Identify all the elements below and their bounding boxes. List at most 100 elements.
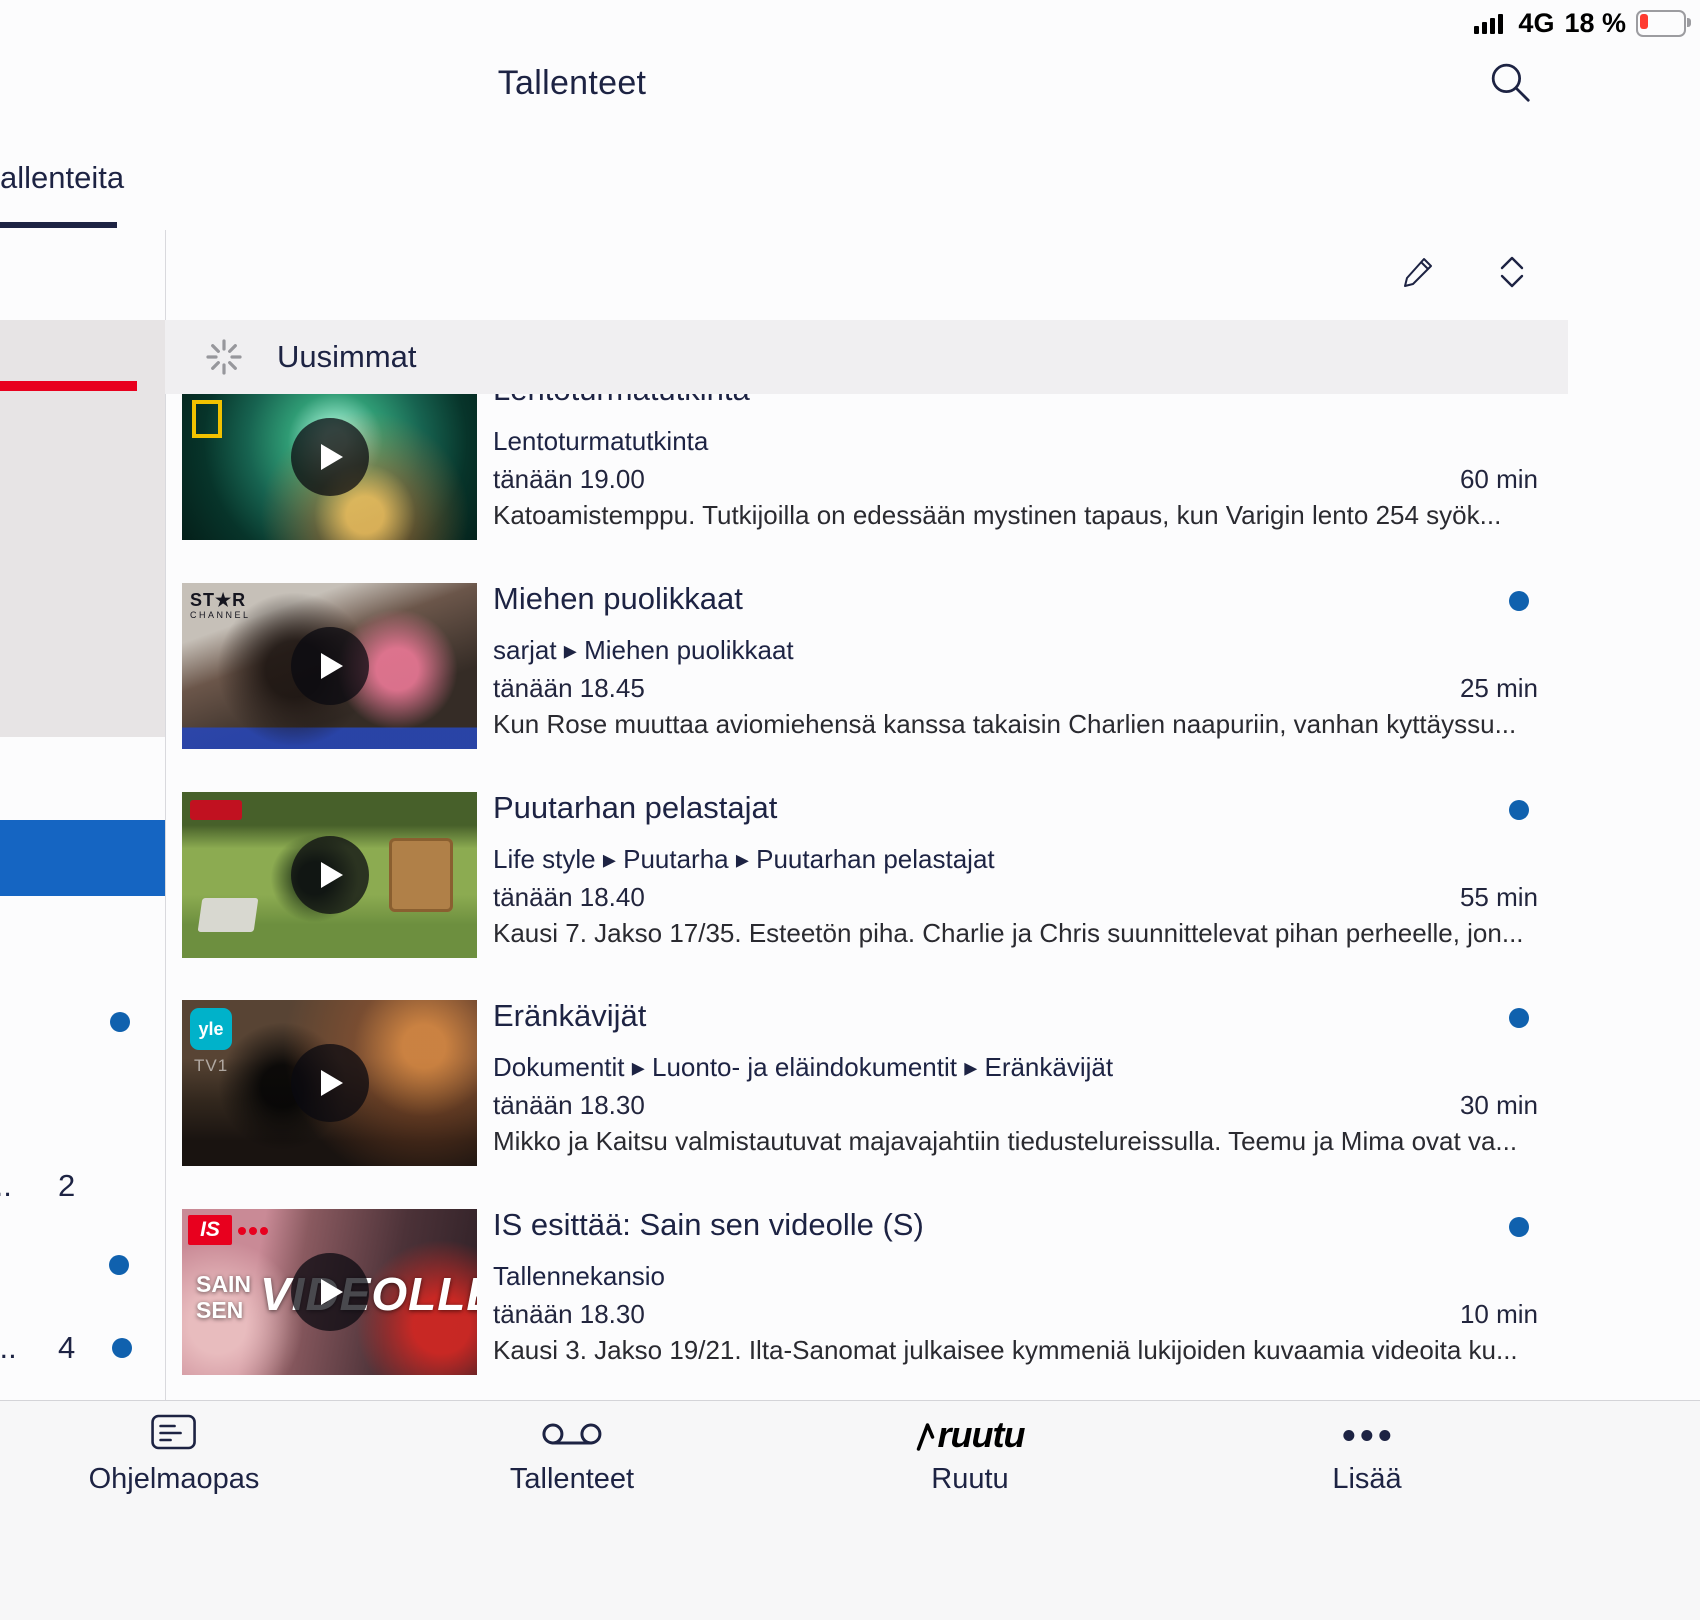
recording-time: tänään 18.30 (493, 1299, 645, 1329)
recording-list-item[interactable]: Lentoturmatutkinta Lentoturmatutkinta tä… (165, 394, 1568, 540)
recording-title: IS esittää: Sain sen videolle (S) (493, 1207, 924, 1242)
battery-icon (1636, 10, 1691, 37)
play-icon (321, 444, 343, 470)
section-title: Uusimmat (277, 339, 417, 374)
unwatched-indicator (1509, 1008, 1529, 1028)
recording-title: Puutarhan pelastajat (493, 790, 778, 825)
recording-duration: 10 min (1459, 1299, 1538, 1329)
sort-icon (1500, 256, 1524, 288)
recording-title: Miehen puolikkaat (493, 581, 743, 616)
natgeo-logo-icon (192, 400, 222, 438)
loading-spinner-icon (206, 339, 242, 375)
recording-thumbnail (182, 792, 477, 958)
play-button[interactable] (290, 418, 369, 496)
left-pane-selected-item[interactable] (0, 820, 165, 896)
is-logo-dots (238, 1227, 268, 1235)
play-button[interactable] (290, 627, 369, 705)
play-icon (321, 1070, 343, 1096)
recording-title: Lentoturmatutkinta (493, 394, 750, 408)
play-button[interactable] (290, 836, 369, 914)
tab-label: Ohjelmaopas (88, 1463, 260, 1495)
play-button[interactable] (290, 1044, 369, 1122)
recording-breadcrumb[interactable]: sarjat ▸ Miehen puolikkaat (493, 635, 794, 666)
ruutu-logo-text: ruutu (937, 1414, 1026, 1455)
thumbnail-detail (389, 838, 453, 912)
battery-tip (1687, 18, 1691, 27)
tab-active-indicator (0, 222, 117, 228)
unwatched-indicator (1509, 591, 1529, 611)
play-icon (321, 653, 343, 679)
unwatched-indicator (1509, 800, 1529, 820)
recording-breadcrumb[interactable]: Lentoturmatutkinta (493, 426, 708, 457)
play-icon (321, 862, 343, 888)
search-icon (1491, 63, 1530, 102)
recording-time: tänään 18.45 (493, 673, 645, 703)
tab-tallenteet[interactable]: Tallenteet (510, 1411, 634, 1496)
tab-lisaa[interactable]: Lisää (1332, 1411, 1402, 1496)
recording-list-item[interactable]: ST★R CHANNEL Miehen puolikkaat sarjat ▸ … (165, 581, 1568, 749)
channel-badge-subtext: CHANNEL (190, 610, 251, 620)
recording-list-item[interactable]: yle TV1 Eränkävijät Dokumentit ▸ Luonto-… (165, 998, 1568, 1166)
left-pane-item-text[interactable]: i... (0, 1330, 17, 1366)
tab-tallenteita[interactable]: allenteita (0, 160, 124, 196)
recording-breadcrumb[interactable]: Tallennekansio (493, 1261, 665, 1292)
pencil-icon (1404, 258, 1432, 287)
recording-description: Katoamistemppu. Tutkijoilla on edessään … (493, 500, 1502, 530)
more-icon (1343, 1429, 1391, 1441)
thumbnail-overlay-text: SAIN SEN (196, 1271, 251, 1324)
recording-thumbnail (182, 394, 477, 540)
sort-button[interactable] (1492, 252, 1532, 292)
recording-time: tänään 18.30 (493, 1090, 645, 1120)
status-bar: 4G 18 % (1474, 8, 1691, 39)
ruutu-logo-mark (916, 1423, 935, 1451)
page-title: Tallenteet (497, 64, 647, 102)
tab-label: Tallenteet (509, 1463, 635, 1495)
recording-description: Kausi 7. Jakso 17/35. Esteetön piha. Cha… (493, 918, 1524, 948)
signal-strength-icon (1474, 13, 1504, 34)
recordings-icon (542, 1423, 602, 1445)
section-header: Uusimmat (165, 320, 1568, 394)
recording-thumbnail: IS SAIN SEN VIDEOLLE (182, 1209, 477, 1375)
program-guide-icon (151, 1414, 197, 1450)
recording-time: tänään 18.40 (493, 882, 645, 912)
star-channel-logo: ST★R CHANNEL (190, 591, 251, 620)
channel-badge-subtext: TV1 (194, 1056, 229, 1075)
recording-description: Kun Rose muuttaa aviomiehensä kanssa tak… (493, 709, 1517, 739)
search-button[interactable] (1488, 60, 1534, 106)
tab-label: Lisää (1332, 1463, 1402, 1495)
watch-progress-bar (0, 381, 137, 391)
play-button[interactable] (290, 1253, 369, 1331)
left-pane-item-count: 2 (58, 1168, 76, 1203)
recording-breadcrumb[interactable]: Dokumentit ▸ Luonto- ja eläindokumentit … (493, 1052, 1113, 1083)
recording-duration: 25 min (1459, 673, 1538, 703)
channel-logo (190, 800, 242, 820)
recording-title: Eränkävijät (493, 998, 647, 1033)
yle-logo: yle (190, 1008, 232, 1050)
tab-ohjelmaopas[interactable]: Ohjelmaopas (88, 1411, 260, 1496)
thumbnail-detail (197, 898, 259, 932)
battery-percent: 18 % (1564, 8, 1626, 38)
unwatched-indicator (109, 1255, 129, 1275)
left-pane-item-count: 4 (58, 1330, 76, 1365)
recording-list-item[interactable]: Puutarhan pelastajat Life style ▸ Puutar… (165, 790, 1568, 958)
is-logo: IS (188, 1215, 232, 1245)
network-type: 4G (1518, 8, 1555, 38)
tab-ruutu[interactable]: ruutu Ruutu (916, 1411, 1025, 1496)
recording-breadcrumb[interactable]: Life style ▸ Puutarha ▸ Puutarhan pelast… (493, 844, 995, 875)
left-pane-item-text[interactable]: ... (0, 1168, 12, 1204)
recording-duration: 60 min (1459, 464, 1538, 494)
edit-button[interactable] (1398, 252, 1438, 292)
recordings-list[interactable]: Lentoturmatutkinta Lentoturmatutkinta tä… (165, 394, 1568, 1400)
bottom-tab-bar: Ohjelmaopas Tallenteet ruutu Ruutu Lisää (0, 1400, 1700, 1620)
recording-thumbnail: yle TV1 (182, 1000, 477, 1166)
recording-description: Mikko ja Kaitsu valmistautuvat majavajah… (493, 1126, 1518, 1156)
unwatched-indicator (110, 1012, 130, 1032)
recording-list-item[interactable]: IS SAIN SEN VIDEOLLE IS esittää: Sain se… (165, 1207, 1568, 1375)
tab-label: Ruutu (931, 1463, 1009, 1495)
unwatched-indicator (1509, 1217, 1529, 1237)
recording-duration: 55 min (1459, 882, 1538, 912)
recording-time: tänään 19.00 (493, 464, 645, 494)
battery-level (1640, 14, 1648, 29)
channel-badge-text: ST★R (190, 590, 247, 610)
recording-thumbnail: ST★R CHANNEL (182, 583, 477, 749)
